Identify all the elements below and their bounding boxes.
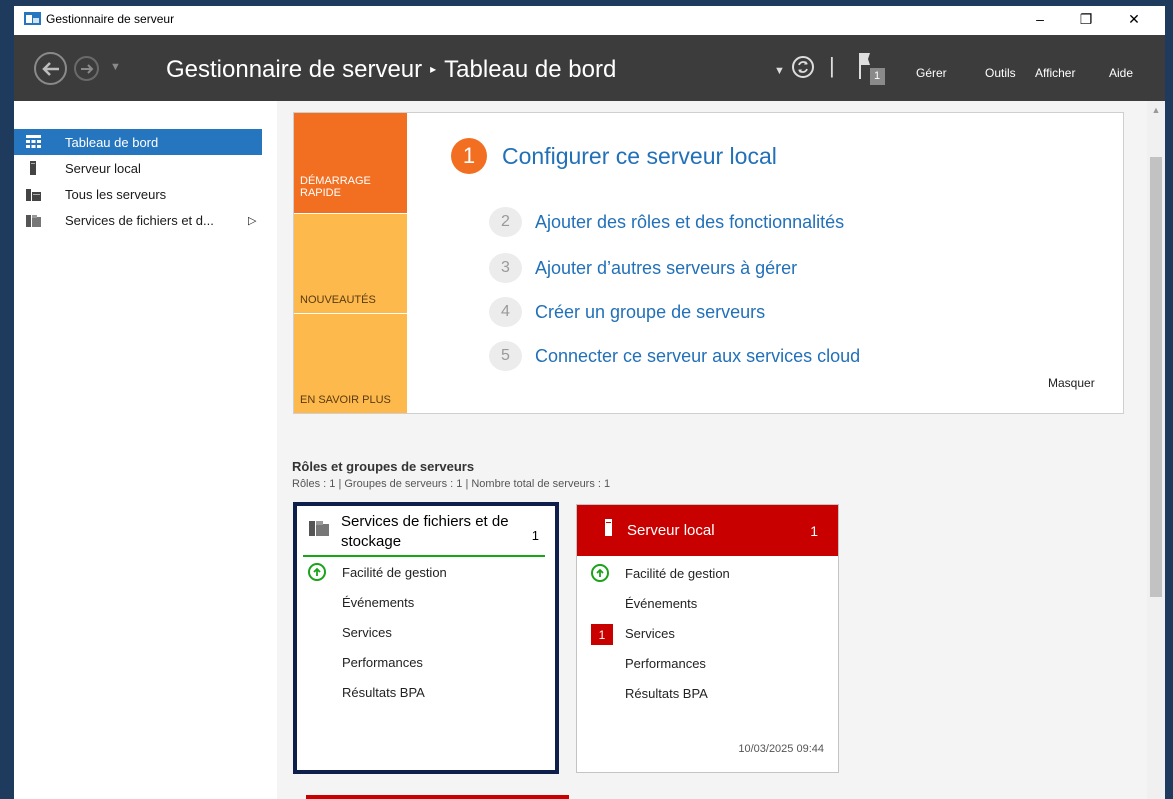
server-manager-window: Gestionnaire de serveur – ❐ ✕ ▼ Gestionn…	[14, 6, 1165, 799]
breadcrumb-root[interactable]: Gestionnaire de serveur	[166, 56, 422, 83]
breadcrumb: Gestionnaire de serveur ▸ Tableau de bord	[166, 56, 616, 84]
step-number: 3	[489, 253, 522, 283]
card-file-storage-services[interactable]: Services de fichiers et de stockage 1 Fa…	[293, 502, 559, 774]
card-timestamp: 10/03/2025 09:44	[738, 743, 824, 755]
window-title: Gestionnaire de serveur	[46, 12, 175, 26]
expand-arrow-icon[interactable]: ▷	[248, 214, 256, 227]
card-row-manageability[interactable]: Facilité de gestion	[625, 566, 730, 581]
status-ok-icon	[308, 563, 326, 581]
menu-manage[interactable]: Gérer	[916, 66, 947, 80]
menu-view[interactable]: Afficher	[1035, 66, 1075, 80]
sidebar-item-dashboard[interactable]: Tableau de bord	[14, 129, 262, 155]
close-button[interactable]: ✕	[1111, 6, 1157, 32]
tab-quick-start[interactable]: DÉMARRAGE RAPIDE	[294, 113, 407, 213]
forward-button[interactable]	[74, 56, 99, 81]
step-number: 4	[489, 297, 522, 327]
minimize-button[interactable]: –	[1017, 6, 1063, 32]
step-label[interactable]: Ajouter des rôles et des fonctionnalités	[535, 212, 844, 233]
roles-summary: Rôles : 1 | Groupes de serveurs : 1 | No…	[292, 478, 611, 490]
sidebar-item-label: Tous les serveurs	[65, 186, 167, 202]
refresh-icon	[798, 61, 808, 73]
step-create-group[interactable]: 4 Créer un groupe de serveurs	[489, 297, 765, 327]
tab-learn-more[interactable]: EN SAVOIR PLUS	[294, 313, 407, 413]
dashboard-icon	[26, 135, 41, 148]
sidebar-item-file-services[interactable]: Services de fichiers et d... ▷	[14, 207, 262, 233]
card-row-performance[interactable]: Performances	[625, 656, 706, 671]
sidebar-item-label: Serveur local	[65, 160, 141, 176]
sidebar: Tableau de bord Serveur local Tous les s…	[14, 101, 277, 799]
notification-count: 1	[874, 70, 881, 82]
menu-tools[interactable]: Outils	[985, 66, 1016, 80]
sidebar-item-label: Services de fichiers et d...	[65, 212, 214, 228]
card-row-manageability[interactable]: Facilité de gestion	[342, 565, 447, 580]
maximize-button[interactable]: ❐	[1063, 6, 1109, 32]
sidebar-item-local-server[interactable]: Serveur local	[14, 155, 262, 181]
step-label[interactable]: Configurer ce serveur local	[502, 143, 777, 170]
file-services-icon	[309, 521, 329, 536]
step-configure-local-server[interactable]: 1 Configurer ce serveur local	[451, 138, 777, 174]
card-local-server[interactable]: Serveur local 1 Facilité de gestion Évén…	[576, 504, 839, 773]
step-connect-cloud[interactable]: 5 Connecter ce serveur aux services clou…	[489, 341, 860, 371]
card-row-bpa-results[interactable]: Résultats BPA	[625, 686, 708, 701]
step-add-roles[interactable]: 2 Ajouter des rôles et des fonctionnalit…	[489, 207, 844, 237]
server-icon	[30, 161, 36, 175]
status-ok-icon	[591, 564, 609, 582]
arrow-left-icon	[41, 61, 59, 76]
next-card-header[interactable]	[306, 795, 569, 799]
vertical-scrollbar[interactable]: ▲	[1147, 101, 1165, 799]
scrollbar-thumb[interactable]	[1150, 157, 1162, 597]
step-label[interactable]: Ajouter d’autres serveurs à gérer	[535, 258, 797, 279]
file-services-icon	[26, 215, 41, 227]
card-title: Serveur local	[627, 522, 715, 539]
header-bar: ▼ Gestionnaire de serveur ▸ Tableau de bor…	[14, 35, 1165, 101]
sidebar-item-all-servers[interactable]: Tous les serveurs	[14, 181, 262, 207]
dashboard-content: DÉMARRAGE RAPIDE NOUVEAUTÉS EN SAVOIR PL…	[277, 101, 1165, 799]
quick-start-panel: DÉMARRAGE RAPIDE NOUVEAUTÉS EN SAVOIR PL…	[293, 112, 1124, 414]
card-row-performance[interactable]: Performances	[342, 655, 423, 670]
card-row-events[interactable]: Événements	[342, 595, 414, 610]
card-header[interactable]: Serveur local 1	[577, 505, 838, 556]
arrow-right-icon	[80, 63, 93, 74]
hide-link[interactable]: Masquer	[1048, 376, 1095, 390]
services-alert-badge: 1	[591, 624, 613, 645]
step-label[interactable]: Connecter ce serveur aux services cloud	[535, 346, 860, 367]
step-number: 2	[489, 207, 522, 237]
card-row-services[interactable]: Services	[342, 625, 392, 640]
notifications-button[interactable]: 1	[856, 51, 886, 87]
card-header[interactable]: Services de fichiers et de stockage 1	[303, 506, 545, 557]
scroll-up-icon[interactable]: ▲	[1147, 101, 1165, 118]
refresh-button[interactable]	[792, 56, 814, 78]
card-row-events[interactable]: Événements	[625, 596, 697, 611]
flag-icon	[859, 53, 885, 85]
step-number: 5	[489, 341, 522, 371]
history-dropdown-icon[interactable]: ▼	[110, 61, 121, 73]
card-title: Services de fichiers et de stockage	[341, 513, 509, 550]
menu-help[interactable]: Aide	[1109, 66, 1133, 80]
roles-section-title: Rôles et groupes de serveurs	[292, 459, 475, 474]
breadcrumb-dropdown-icon[interactable]: ▼	[774, 65, 785, 77]
card-count: 1	[810, 523, 818, 539]
card-row-services[interactable]: Services	[625, 626, 675, 641]
breadcrumb-separator-icon: ▸	[430, 62, 437, 76]
step-label[interactable]: Créer un groupe de serveurs	[535, 302, 765, 323]
sidebar-item-label: Tableau de bord	[65, 134, 159, 150]
header-divider: |	[829, 53, 835, 78]
tab-whats-new[interactable]: NOUVEAUTÉS	[294, 213, 407, 313]
back-button[interactable]	[34, 52, 67, 85]
server-manager-app-icon	[24, 12, 41, 25]
card-count: 1	[531, 528, 539, 543]
card-row-bpa-results[interactable]: Résultats BPA	[342, 685, 425, 700]
server-icon	[605, 519, 612, 536]
step-add-servers[interactable]: 3 Ajouter d’autres serveurs à gérer	[489, 253, 797, 283]
step-number: 1	[451, 138, 487, 174]
servers-icon	[26, 189, 41, 201]
breadcrumb-current: Tableau de bord	[444, 56, 617, 83]
title-bar: Gestionnaire de serveur – ❐ ✕	[14, 6, 1165, 35]
